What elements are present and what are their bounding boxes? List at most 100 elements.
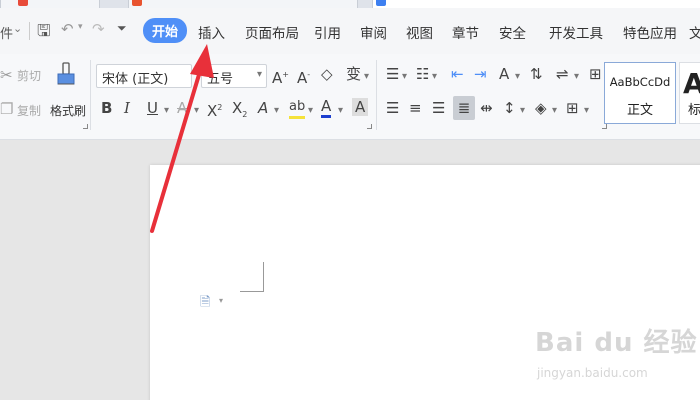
save-icon[interactable]: 🖫 <box>37 20 51 47</box>
font-dialog-launcher-icon[interactable] <box>367 124 372 129</box>
text-effect-icon[interactable]: A <box>258 99 268 117</box>
undo-dropdown-icon[interactable]: ▾ <box>78 22 83 32</box>
document-tab-icon <box>376 0 386 6</box>
chevron-down-icon[interactable]: ▾ <box>364 68 369 86</box>
increase-indent-icon[interactable]: ⇥ <box>474 65 487 83</box>
watermark-brand: Bai du 经验 <box>535 328 698 358</box>
tab-review[interactable]: 审阅 <box>360 22 387 42</box>
clear-formatting-icon[interactable]: ◇ <box>321 65 333 83</box>
document-tab[interactable] <box>0 0 100 8</box>
chevron-down-icon: ▾ <box>256 69 262 80</box>
paragraph-shading-icon[interactable]: ◈ <box>535 99 547 117</box>
tab-sections[interactable]: 章节 <box>452 22 479 42</box>
chevron-down-icon[interactable]: ▾ <box>194 102 199 120</box>
chevron-down-icon[interactable]: ▾ <box>584 102 589 120</box>
tab-security[interactable]: 安全 <box>499 22 526 42</box>
distributed-align-icon[interactable]: ⇹ <box>480 99 493 117</box>
style-heading[interactable]: Aa 标 <box>679 62 700 124</box>
copy-button[interactable]: 复制 <box>17 102 41 119</box>
chevron-down-icon[interactable]: ▾ <box>338 102 343 120</box>
tab-view[interactable]: 视图 <box>406 22 433 42</box>
redo-icon[interactable]: ↷ <box>92 20 105 38</box>
chevron-down-icon[interactable]: ▾ <box>402 68 407 86</box>
line-spacing-icon[interactable]: ↕ <box>503 99 516 117</box>
justify-icon[interactable]: ≣ <box>453 96 475 120</box>
file-menu-label[interactable]: 件 <box>0 23 13 42</box>
font-size-value: 五号 <box>207 72 234 87</box>
font-color-icon[interactable]: A <box>321 97 332 118</box>
tab-references[interactable]: 引用 <box>314 22 341 42</box>
chevron-down-icon[interactable]: ▾ <box>552 102 557 120</box>
margin-corner-mark <box>240 262 264 292</box>
line-spacing-options-icon[interactable]: ⇌ <box>556 65 569 83</box>
chevron-down-icon[interactable]: ▾ <box>164 102 169 120</box>
tab-insert[interactable]: 插入 <box>198 22 225 42</box>
chevron-down-icon[interactable]: ▾ <box>520 102 525 120</box>
chevron-down-icon[interactable]: ▾ <box>515 68 520 86</box>
highlight-icon[interactable]: ab <box>289 98 306 119</box>
style-normal[interactable]: AaBbCcDd 正文 <box>604 62 676 124</box>
customize-quick-access-icon[interactable]: ⏷ <box>117 21 127 36</box>
copy-icon[interactable]: ❐ <box>0 100 13 118</box>
underline-icon[interactable]: U <box>147 99 158 117</box>
baidu-watermark: Bai du 经验 jingyan.baidu.com <box>535 322 698 380</box>
style-name: 正文 <box>626 103 653 118</box>
paste-options-icon[interactable]: 🗎 <box>200 293 210 315</box>
document-tab-icon <box>18 0 28 6</box>
chevron-down-icon[interactable]: ▾ <box>274 102 279 120</box>
bulleted-list-icon[interactable]: ☰ <box>386 65 399 83</box>
tab-special-apps[interactable]: 特色应用 <box>623 22 677 42</box>
document-tab-icon <box>132 0 142 6</box>
align-left-icon[interactable]: ☰ <box>386 99 399 117</box>
scissors-icon[interactable]: ✂ <box>0 66 13 84</box>
font-family-value: 宋体 (正文) <box>102 72 169 87</box>
tab-page-layout[interactable]: 页面布局 <box>245 22 299 42</box>
tab-overflow[interactable]: 文 <box>689 22 700 42</box>
align-center-icon[interactable]: ≡ <box>409 99 422 117</box>
undo-icon[interactable]: ↶ <box>61 20 74 38</box>
strikethrough-icon[interactable]: A <box>177 99 187 117</box>
decrease-indent-icon[interactable]: ⇤ <box>451 65 464 83</box>
tab-home[interactable]: 开始 <box>143 18 188 43</box>
cut-button[interactable]: 剪切 <box>17 67 41 84</box>
numbered-list-icon[interactable]: ☷ <box>416 65 429 83</box>
chevron-down-icon[interactable]: ▾ <box>432 68 437 86</box>
style-sample-text: AaBbCcDd <box>609 75 671 89</box>
chevron-down-icon[interactable]: ▾ <box>574 68 579 86</box>
subscript-icon[interactable]: X2 <box>232 99 247 124</box>
paragraph-dialog-launcher-icon[interactable] <box>602 124 607 129</box>
font-family-select[interactable]: 宋体 (正文) <box>96 64 192 88</box>
style-sample-text: Aa <box>683 67 700 100</box>
character-shading-icon[interactable]: A <box>352 98 369 116</box>
style-name: 标 <box>688 103 700 118</box>
watermark-site: jingyan.baidu.com <box>537 366 648 380</box>
document-tab[interactable] <box>128 0 358 8</box>
align-right-icon[interactable]: ☰ <box>432 99 445 117</box>
sort-icon[interactable]: ⇅ <box>530 65 543 83</box>
italic-icon[interactable]: I <box>124 99 130 117</box>
increase-font-size-icon[interactable]: A+ <box>272 66 289 87</box>
document-tab-active[interactable] <box>372 0 700 8</box>
ribbon-home: ✂ 剪切 ❐ 复制 格式刷 宋体 (正文) 五号 ▾ A+ A- ◇ 变 ▾ B… <box>0 54 700 140</box>
borders-icon[interactable]: ⊞ <box>566 99 579 117</box>
decrease-font-size-icon[interactable]: A- <box>297 66 310 87</box>
chevron-down-icon[interactable]: ▾ <box>308 102 313 120</box>
chevron-down-icon[interactable]: ⌄ <box>13 22 22 35</box>
clipboard-dialog-launcher-icon[interactable] <box>83 124 88 129</box>
divider <box>90 60 91 130</box>
text-direction-icon[interactable]: A <box>499 65 509 83</box>
divider <box>376 60 377 130</box>
format-painter-button[interactable]: 格式刷 <box>50 102 86 119</box>
superscript-icon[interactable]: X2 <box>207 99 222 120</box>
show-formatting-marks-icon[interactable]: ⊞ <box>589 65 602 83</box>
divider <box>29 22 30 40</box>
document-page[interactable] <box>150 165 700 400</box>
font-size-select[interactable]: 五号 ▾ <box>201 64 267 88</box>
bold-icon[interactable]: B <box>101 99 112 117</box>
format-painter-icon[interactable] <box>56 62 76 92</box>
document-tab-strip <box>0 0 700 8</box>
chevron-down-icon[interactable]: ▾ <box>219 296 223 305</box>
tab-developer-tools[interactable]: 开发工具 <box>549 22 603 42</box>
menu-bar: 件 ⌄ 🖫 ↶ ▾ ↷ ⏷ 开始 插入 页面布局 引用 审阅 视图 章节 安全 … <box>0 8 700 54</box>
phonetic-guide-icon[interactable]: 变 <box>346 65 361 83</box>
